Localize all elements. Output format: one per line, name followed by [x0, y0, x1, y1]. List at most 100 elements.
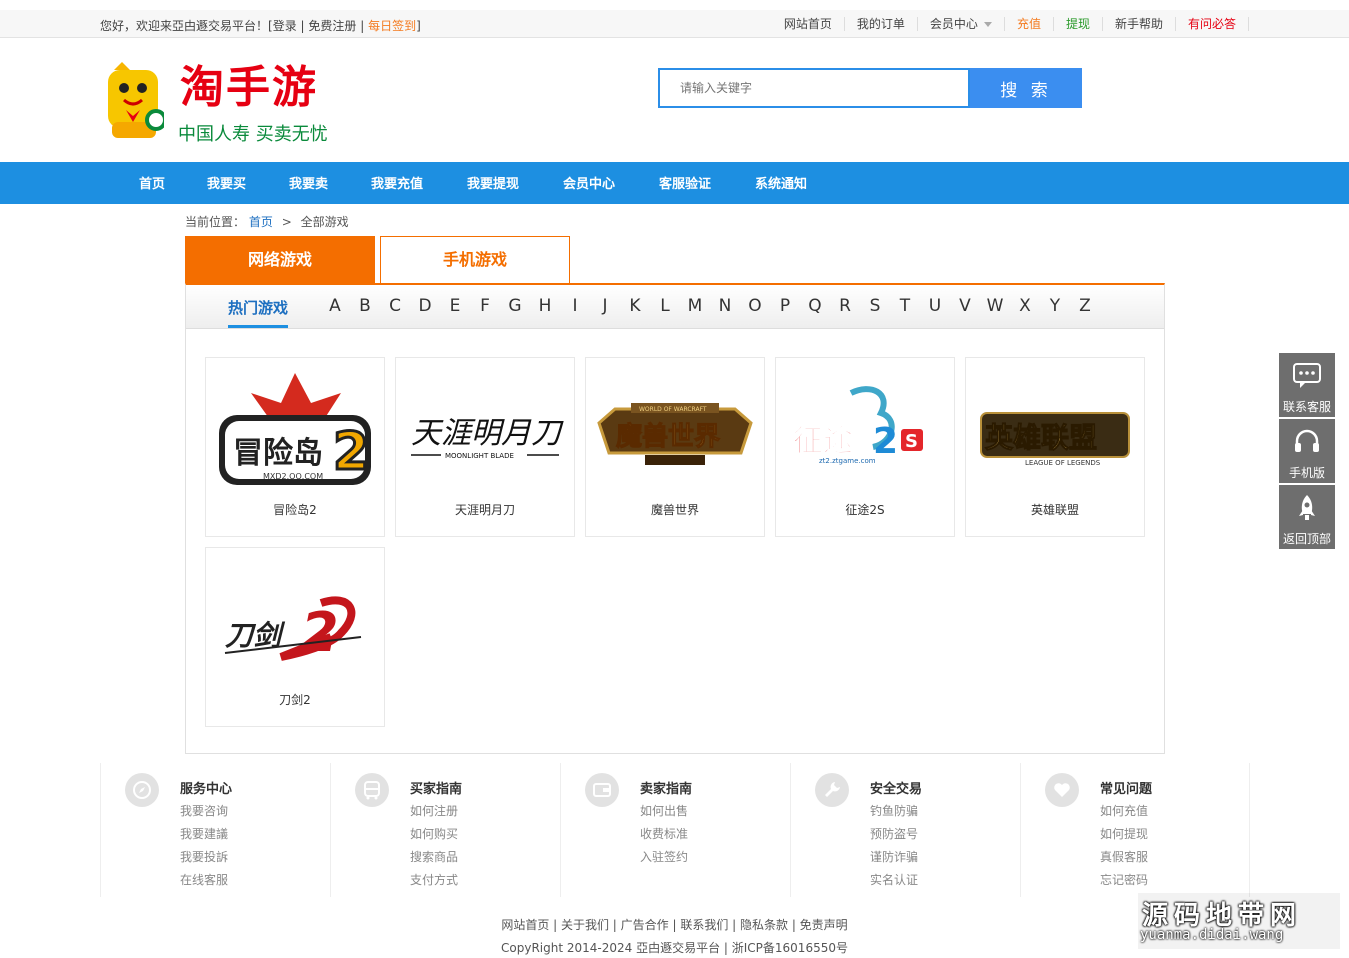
letter-filter-n[interactable]: N	[715, 296, 735, 316]
top-nav-item[interactable]: 我的订单	[845, 17, 918, 31]
footer-link[interactable]: 忘记密码	[1100, 871, 1148, 888]
letter-filter-x[interactable]: X	[1015, 296, 1035, 316]
rocket-icon	[1299, 495, 1315, 520]
top-nav-item[interactable]: 会员中心	[918, 17, 1005, 31]
top-nav: 网站首页 我的订单 会员中心 充值 提现 新手帮助 有问必答	[772, 10, 1249, 38]
mobile-version-button[interactable]: 手机版	[1279, 419, 1335, 483]
game-logo-image: 刀剑 2	[211, 553, 379, 693]
top-nav-item[interactable]: 新手帮助	[1103, 17, 1176, 31]
main-nav-item[interactable]: 客服验证	[659, 162, 711, 204]
game-name: 英雄联盟	[1030, 503, 1079, 517]
main-nav-item[interactable]: 系统通知	[755, 162, 807, 204]
back-to-top-button[interactable]: 返回顶部	[1279, 485, 1335, 549]
game-card[interactable]: 征途 2 Szt2.ztgame.com 征途2S	[775, 357, 955, 537]
footer-link[interactable]: 我要咨询	[180, 802, 228, 819]
letter-filter-j[interactable]: J	[595, 296, 615, 316]
letter-filter-z[interactable]: Z	[1075, 296, 1095, 316]
hot-games-tab[interactable]: 热门游戏	[228, 297, 289, 328]
chevron-down-icon	[983, 22, 992, 27]
footer-link[interactable]: 收费标准	[640, 825, 688, 842]
letter-filter-h[interactable]: H	[535, 296, 555, 316]
game-card[interactable]: 冒险岛 2 MXD2.QQ.COM 冒险岛2	[205, 357, 385, 537]
footer-link[interactable]: 钓鱼防骗	[870, 802, 918, 819]
game-card[interactable]: 魔兽世界 WORLD OF WARCRAFT 魔兽世界	[585, 357, 765, 537]
letter-filter-l[interactable]: L	[655, 296, 675, 316]
letter-filter-r[interactable]: R	[835, 296, 855, 316]
svg-text:2: 2	[873, 421, 898, 462]
breadcrumb-label: 当前位置：	[185, 215, 246, 229]
footer-link[interactable]: 如何注册	[410, 802, 458, 819]
breadcrumb-current: 全部游戏	[300, 215, 349, 229]
letter-filter-i[interactable]: I	[565, 296, 585, 316]
main-nav-item[interactable]: 我要提现	[467, 162, 519, 204]
svg-text:天涯明月刀: 天涯明月刀	[411, 416, 564, 451]
compass-icon	[125, 773, 159, 807]
letter-filter-y[interactable]: Y	[1045, 296, 1065, 316]
game-card[interactable]: 英雄联盟 LEAGUE OF LEGENDS 英雄联盟	[965, 357, 1145, 537]
letter-filter-m[interactable]: M	[685, 296, 705, 316]
footer-link[interactable]: 如何购买	[410, 825, 458, 842]
footer-link[interactable]: 实名认证	[870, 871, 918, 888]
letter-filter-f[interactable]: F	[475, 296, 495, 316]
letter-filter-o[interactable]: O	[745, 296, 765, 316]
footer-link[interactable]: 我要建議	[180, 825, 228, 842]
footer-link[interactable]: 预防盗号	[870, 825, 918, 842]
footer-link[interactable]: 谨防诈骗	[870, 848, 918, 865]
letter-filter-t[interactable]: T	[895, 296, 915, 316]
footer-link[interactable]: 真假客服	[1100, 848, 1148, 865]
main-nav-item[interactable]: 我要卖	[289, 162, 328, 204]
login-link[interactable]: 登录	[273, 19, 297, 33]
letter-filter-d[interactable]: D	[415, 296, 435, 316]
daily-sign-link[interactable]: 每日签到	[368, 19, 416, 33]
footer-column-title: 安全交易	[870, 782, 923, 797]
main-nav-item[interactable]: 我要买	[207, 162, 246, 204]
letter-filter-p[interactable]: P	[775, 296, 795, 316]
footer-link[interactable]: 如何提现	[1100, 825, 1148, 842]
main-nav-item[interactable]: 我要充值	[371, 162, 423, 204]
footer-column-title: 常见问题	[1100, 782, 1153, 797]
breadcrumb-home-link[interactable]: 首页	[249, 215, 273, 229]
footer-link[interactable]: 在线客服	[180, 871, 228, 888]
top-nav-item[interactable]: 充值	[1005, 17, 1054, 31]
footer-link[interactable]: 入驻签约	[640, 848, 688, 865]
letter-filter-v[interactable]: V	[955, 296, 975, 316]
letter-filter-k[interactable]: K	[625, 296, 645, 316]
footer-column: 买家指南 如何注册 如何购买 搜索商品 支付方式	[330, 763, 560, 897]
letter-filter-c[interactable]: C	[385, 296, 405, 316]
contact-service-button[interactable]: 联系客服	[1279, 353, 1335, 417]
chat-icon	[1293, 363, 1321, 388]
letter-filter-q[interactable]: Q	[805, 296, 825, 316]
game-card[interactable]: 刀剑 2 刀剑2	[205, 547, 385, 727]
footer-link[interactable]: 如何出售	[640, 802, 688, 819]
main-nav: 首页 我要买 我要卖 我要充值 我要提现 会员中心 客服验证 系统通知	[0, 162, 1349, 204]
top-nav-item[interactable]: 提现	[1054, 17, 1103, 31]
register-link[interactable]: 免费注册	[308, 19, 356, 33]
letter-filter-g[interactable]: G	[505, 296, 525, 316]
tab-online-games[interactable]: 网络游戏	[185, 236, 375, 283]
svg-text:S: S	[905, 431, 918, 452]
top-nav-item[interactable]: 网站首页	[772, 17, 845, 31]
separator: |	[356, 19, 369, 33]
main-nav-item[interactable]: 会员中心	[563, 162, 615, 204]
letter-filter-e[interactable]: E	[445, 296, 465, 316]
main-nav-item[interactable]: 首页	[139, 162, 165, 204]
game-card[interactable]: 天涯明月刀 MOONLIGHT BLADE 天涯明月刀	[395, 357, 575, 537]
bracket: ]	[416, 19, 421, 33]
svg-text:2: 2	[333, 422, 369, 482]
footer-link[interactable]: 我要投訴	[180, 848, 228, 865]
letter-filter-w[interactable]: W	[985, 296, 1005, 316]
site-logo[interactable]: 淘手游 中国人寿 买卖无忧	[102, 58, 342, 145]
footer-column: 服务中心 我要咨询 我要建議 我要投訴 在线客服	[100, 763, 330, 897]
search-button[interactable]: 搜 索	[970, 68, 1082, 108]
welcome-message: 您好，欢迎来亞甴遯交易平台！[	[100, 19, 273, 33]
footer-link[interactable]: 搜索商品	[410, 848, 458, 865]
letter-filter-a[interactable]: A	[325, 296, 345, 316]
letter-filter-b[interactable]: B	[355, 296, 375, 316]
footer-link[interactable]: 如何充值	[1100, 802, 1148, 819]
letter-filter-s[interactable]: S	[865, 296, 885, 316]
letter-filter-u[interactable]: U	[925, 296, 945, 316]
tab-mobile-games[interactable]: 手机游戏	[380, 236, 570, 283]
top-nav-item[interactable]: 有问必答	[1176, 17, 1249, 31]
search-input[interactable]	[658, 68, 970, 108]
footer-link[interactable]: 支付方式	[410, 871, 458, 888]
